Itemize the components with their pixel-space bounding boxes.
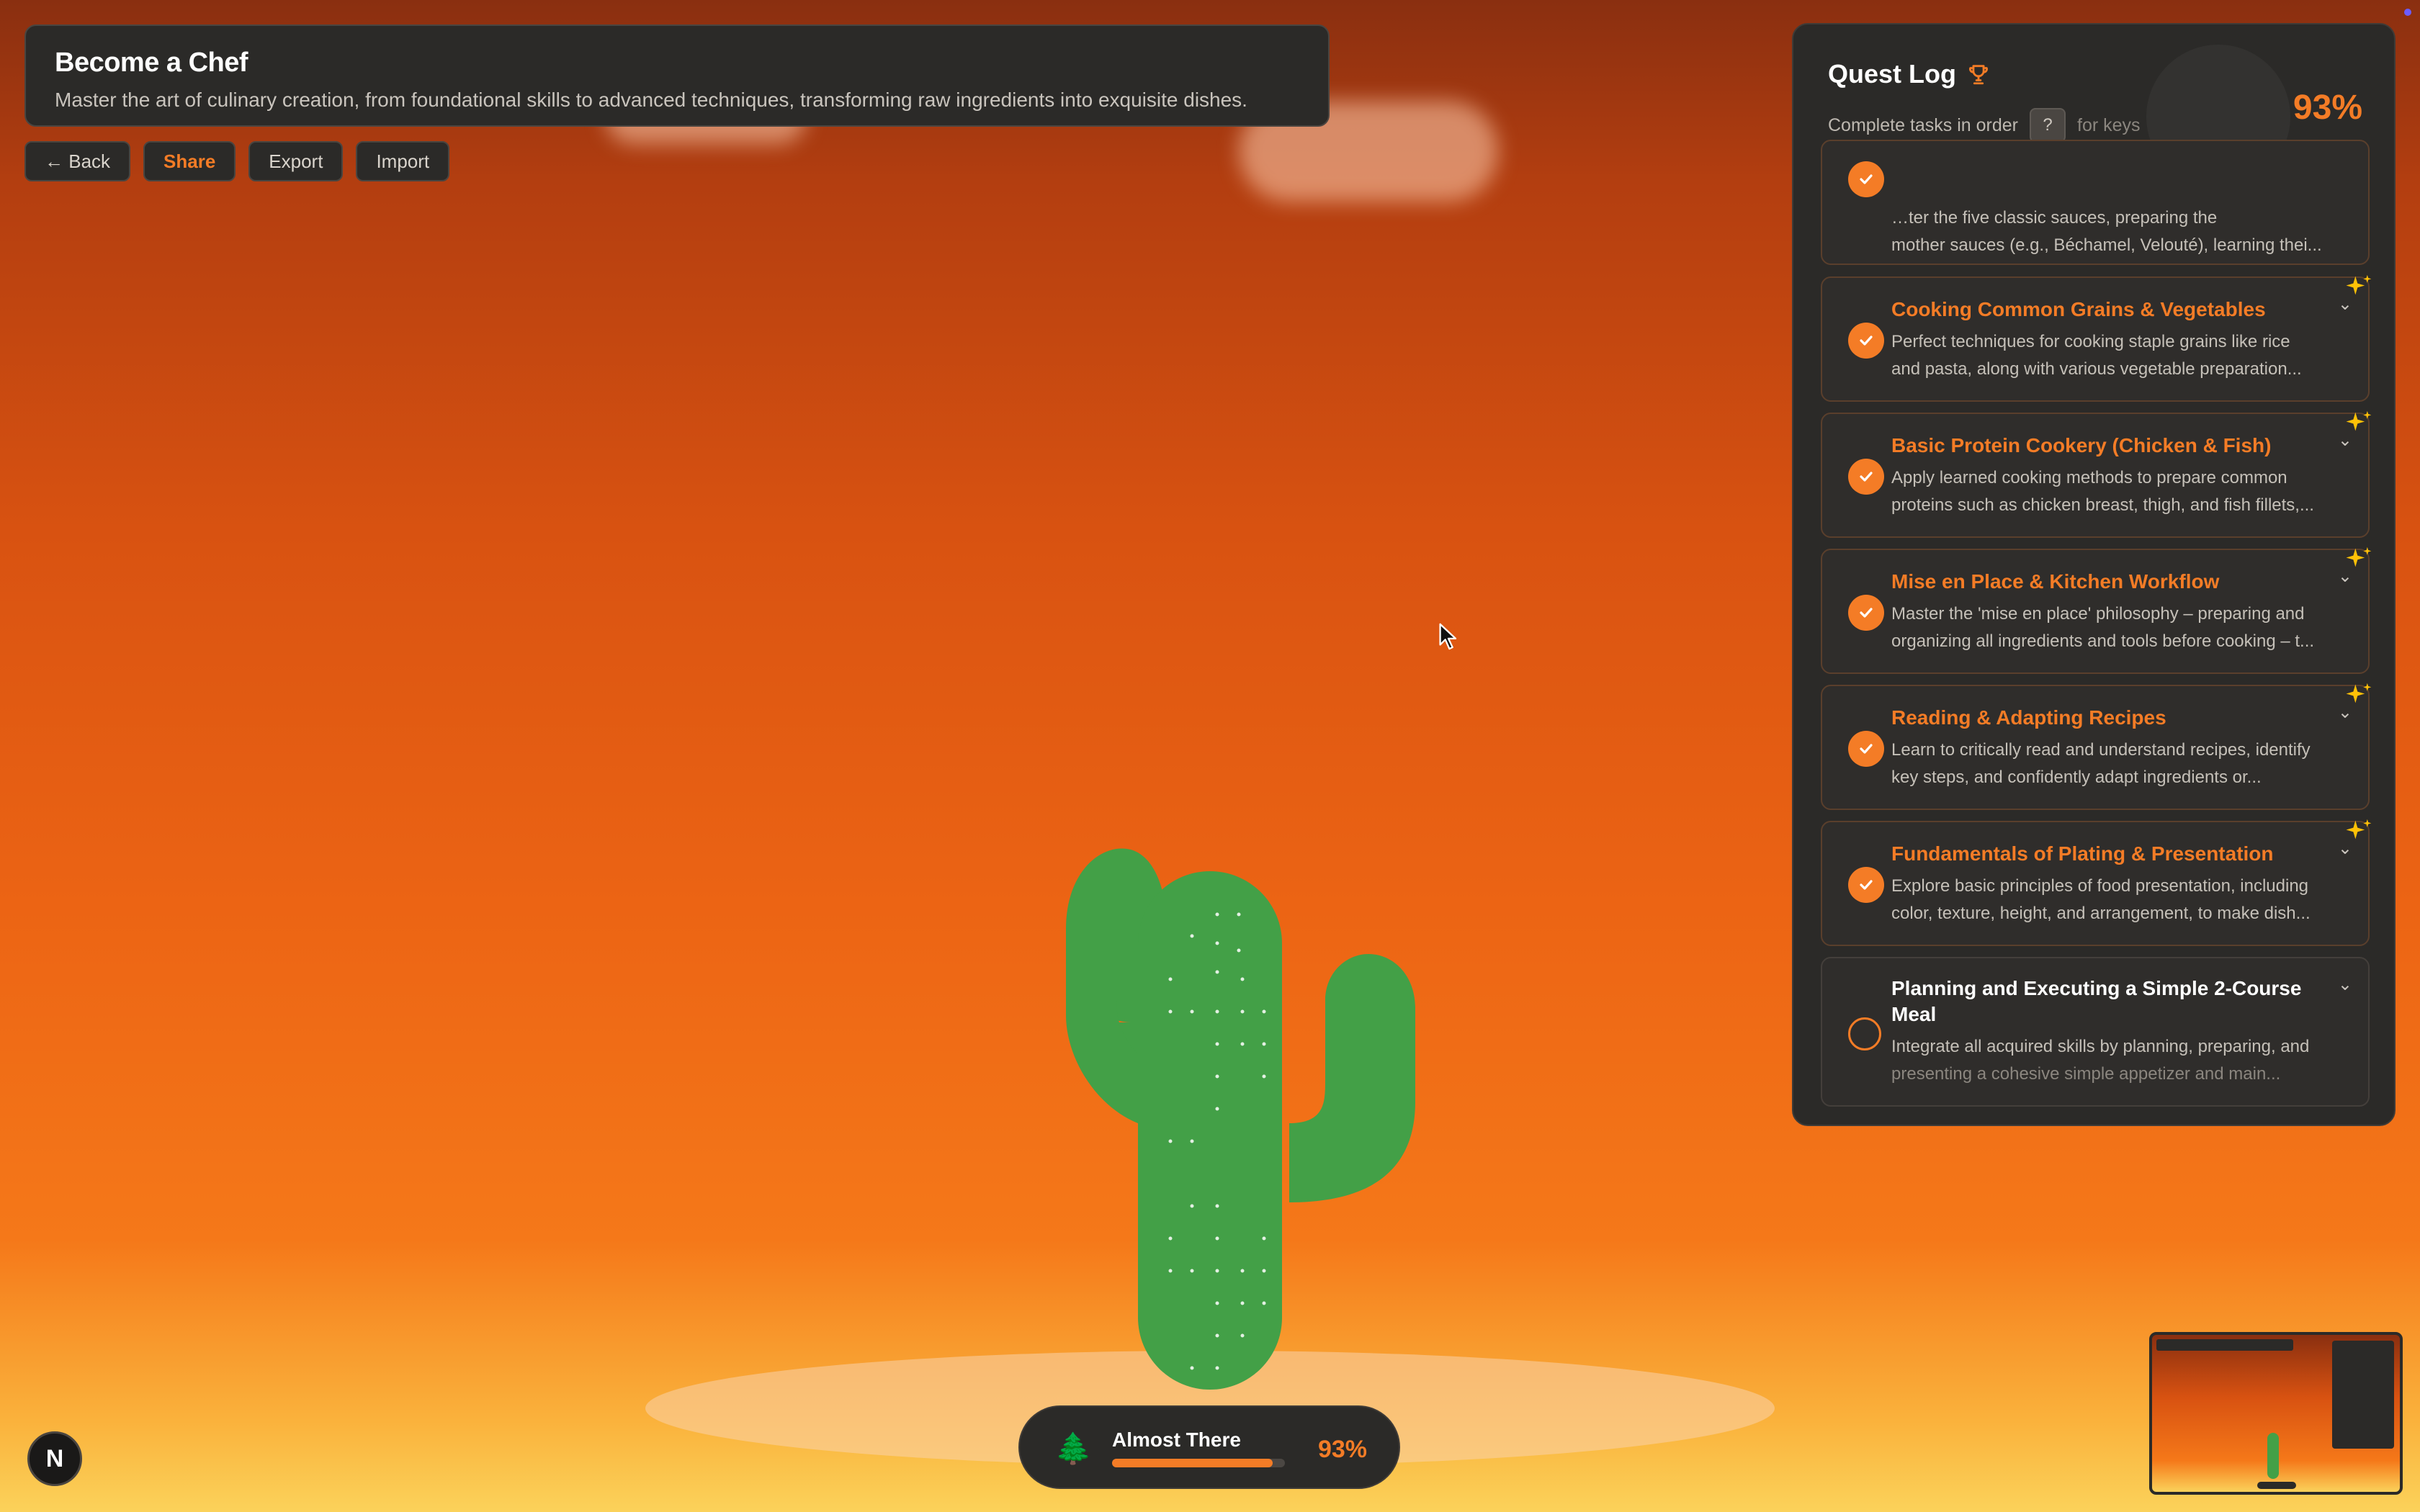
back-button[interactable]: ← Back	[24, 141, 131, 181]
sparkle-icon	[2346, 274, 2372, 295]
mouse-cursor-icon	[1439, 623, 1457, 650]
instructions-suffix: for keys	[2077, 114, 2141, 135]
completed-check-icon[interactable]	[1848, 595, 1884, 631]
quest-item-description: Apply learned cooking methods to prepare…	[1891, 468, 2314, 515]
minimap-title-card	[2156, 1339, 2293, 1351]
import-button[interactable]: Import	[356, 141, 450, 181]
status-pill: 🌲 Almost There 93%	[1018, 1405, 1400, 1489]
completed-check-icon[interactable]	[1848, 323, 1884, 359]
page-title: Become a Chef	[55, 48, 248, 78]
keyboard-shortcuts-button[interactable]: ?	[2030, 108, 2066, 143]
quest-item-title: Reading & Adapting Recipes	[1891, 706, 2166, 729]
quest-item[interactable]: Reading & Adapting Recipes Learn to crit…	[1821, 683, 2372, 810]
quest-progress-percent: 93%	[2293, 89, 2362, 127]
minimap-panel	[2332, 1341, 2394, 1449]
app-logo[interactable]: N	[27, 1431, 82, 1486]
status-progress-percent: 93%	[1317, 1436, 1367, 1463]
quest-item-title: Cooking Common Grains & Vegetables	[1891, 298, 2266, 320]
sparkle-icon	[2346, 819, 2372, 840]
quest-log-title: Quest Log	[1828, 59, 1956, 89]
completed-check-icon[interactable]	[1848, 731, 1884, 767]
quest-log-header: Quest Log	[1828, 59, 2362, 89]
status-dot	[2404, 9, 2411, 16]
quest-item-description: Explore basic principles of food present…	[1891, 876, 2311, 923]
status-progress-bar	[1112, 1459, 1285, 1467]
quest-item-title: Basic Protein Cookery (Chicken & Fish)	[1891, 434, 2272, 456]
quest-item[interactable]: Fundamentals of Plating & Presentation E…	[1821, 819, 2372, 946]
quest-log-panel: Quest Log Complete tasks in order ? for …	[1792, 23, 2396, 1126]
minimap-cactus	[2267, 1433, 2279, 1479]
quest-item-title: Planning and Executing a Simple 2-Course…	[1891, 977, 2302, 1025]
export-button[interactable]: Export	[248, 141, 344, 181]
sparkle-icon	[2346, 683, 2372, 703]
chevron-down-icon[interactable]: ⌄	[2338, 974, 2352, 995]
sparkle-icon	[2346, 546, 2372, 567]
page-subtitle: Master the art of culinary creation, fro…	[55, 89, 1247, 111]
quest-item[interactable]: Planning and Executing a Simple 2-Course…	[1821, 957, 2370, 1107]
completed-check-icon[interactable]	[1848, 867, 1884, 903]
quest-item[interactable]: Cooking Common Grains & Vegetables Perfe…	[1821, 274, 2372, 402]
cactus-illustration	[1066, 848, 1415, 1390]
toolbar: ← Back Share Export Import	[24, 141, 450, 181]
completed-check-icon[interactable]	[1848, 459, 1884, 495]
trophy-icon	[1969, 65, 1988, 85]
minimap-pill	[2257, 1482, 2296, 1489]
quest-item-title: Mise en Place & Kitchen Workflow	[1891, 570, 2220, 593]
instructions-text: Complete tasks in order	[1828, 114, 2019, 135]
quest-item-description: Integrate all acquired skills by plannin…	[1891, 1037, 2310, 1084]
quest-item-description: …ter the five classic sauces, preparing …	[1891, 208, 2322, 255]
quest-item[interactable]: …ter the five classic sauces, preparing …	[1821, 140, 2370, 265]
goal-header-card: Become a Chef Master the art of culinary…	[24, 24, 1330, 127]
status-label: Almost There	[1112, 1428, 1241, 1451]
tree-icon: 🌲	[1054, 1431, 1093, 1465]
quest-item-description: Learn to critically read and understand …	[1891, 740, 2311, 787]
completed-check-icon[interactable]	[1848, 161, 1884, 197]
quest-item-description: Perfect techniques for cooking staple gr…	[1891, 332, 2302, 379]
quest-item[interactable]: Basic Protein Cookery (Chicken & Fish) A…	[1821, 410, 2372, 538]
quest-item[interactable]: Mise en Place & Kitchen Workflow Master …	[1821, 546, 2372, 674]
sparkle-icon	[2346, 410, 2372, 431]
incomplete-circle-icon[interactable]	[1848, 1017, 1881, 1050]
quest-log-instructions: Complete tasks in order ? for keys	[1828, 108, 2362, 143]
minimap[interactable]	[2149, 1332, 2403, 1495]
quest-item-title: Fundamentals of Plating & Presentation	[1891, 842, 2274, 865]
share-button[interactable]: Share	[143, 141, 236, 181]
status-progress-fill	[1112, 1459, 1273, 1467]
quest-item-description: Master the 'mise en place' philosophy – …	[1891, 604, 2315, 651]
